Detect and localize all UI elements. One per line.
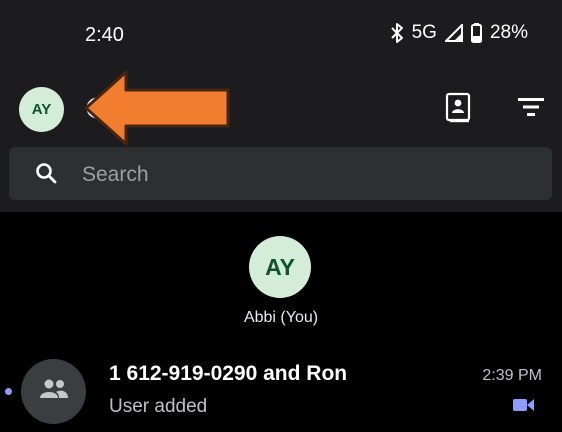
- account-avatar[interactable]: AY: [19, 87, 64, 132]
- bluetooth-icon: [390, 22, 404, 44]
- status-time: 2:40: [85, 24, 124, 46]
- conversation-title: 1 612-919-0290 and Ron: [109, 362, 348, 385]
- contacts-book-icon[interactable]: [444, 92, 474, 124]
- video-call-icon: [513, 397, 535, 418]
- search-bar[interactable]: [9, 147, 552, 202]
- battery-level: 28%: [489, 22, 528, 43]
- self-avatar[interactable]: AY: [249, 236, 311, 298]
- orange-arrow-pointer-icon: [82, 68, 234, 151]
- signal-icon: [444, 24, 463, 42]
- conversation-snippet: User added: [109, 396, 208, 417]
- conversation-time: 2:39 PM: [482, 367, 542, 384]
- network-label: 5G: [411, 22, 437, 43]
- self-name: Abbi (You): [243, 309, 319, 326]
- group-people-icon: [39, 378, 69, 405]
- filter-icon[interactable]: [517, 95, 545, 119]
- status-icons: 5G 28%: [390, 22, 528, 44]
- search-input[interactable]: [80, 147, 524, 202]
- battery-icon: [470, 23, 482, 43]
- search-icon: [35, 162, 57, 189]
- unread-indicator: [5, 388, 12, 395]
- group-avatar: [21, 359, 86, 424]
